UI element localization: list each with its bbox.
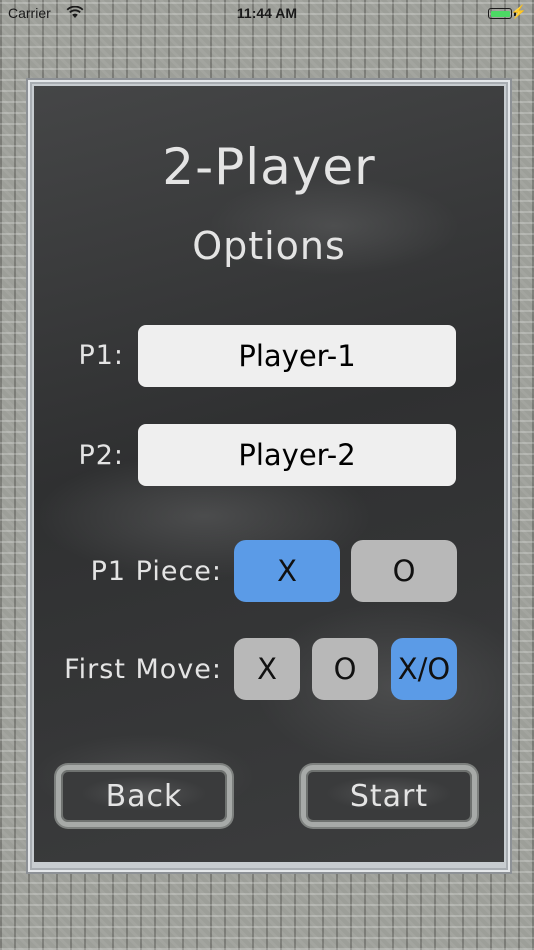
start-button[interactable]: Start (301, 765, 477, 827)
p2-label: P2: (78, 440, 124, 471)
charging-bolt-icon: ⚡ (510, 4, 527, 19)
first-move-label: First Move: (64, 654, 222, 685)
page-title: 2-Player (162, 138, 376, 196)
page-subtitle: Options (192, 224, 346, 268)
p1-piece-x-button[interactable]: X (234, 540, 340, 602)
battery-level (490, 10, 510, 17)
p1-piece-label: P1 Piece: (90, 556, 222, 587)
first-move-xo-button[interactable]: X/O (391, 638, 457, 700)
clock: 11:44 AM (236, 5, 298, 21)
p2-name-field[interactable] (138, 424, 456, 486)
back-button[interactable]: Back (56, 765, 232, 827)
first-move-x-button[interactable]: X (234, 638, 300, 700)
battery-icon (488, 8, 512, 19)
p1-piece-o-button[interactable]: O (351, 540, 457, 602)
first-move-o-button[interactable]: O (312, 638, 378, 700)
p1-label: P1: (78, 340, 124, 371)
status-bar: Carrier 11:44 AM ⚡ (0, 0, 534, 28)
p1-name-field[interactable] (138, 325, 456, 387)
